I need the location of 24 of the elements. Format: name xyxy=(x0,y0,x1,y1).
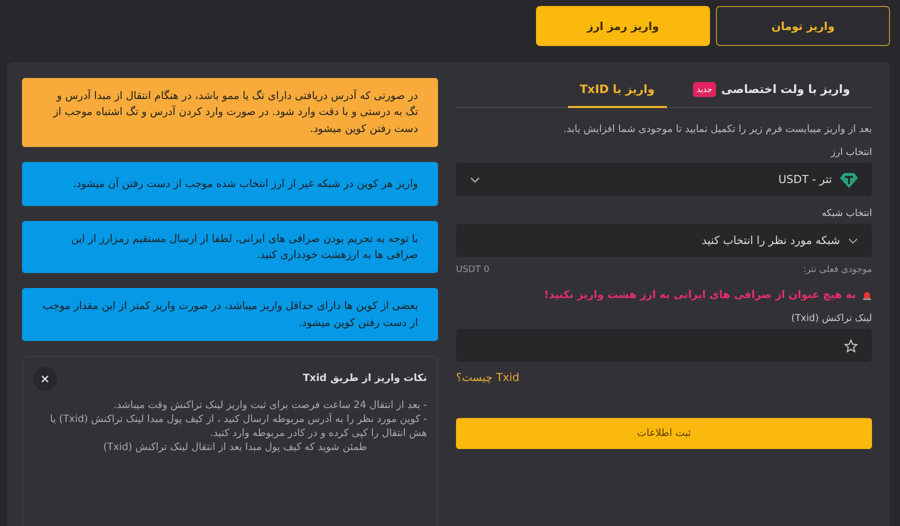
deposit-type-tab[interactable]: واریز رمز ارز xyxy=(536,6,710,46)
balance-value: USDT 0 xyxy=(456,265,490,275)
notice-text: بعضی از کوین ها دارای حداقل واریز میباشد، در صورت واریز کمتر از این مقدار موجب از دست رفتن کوین میشود. xyxy=(22,288,438,341)
notice-text: واریز هر کوین در شبکه غیر از ارز انتخاب شده موجب از دست رفتن آن میشود. xyxy=(22,162,438,206)
tip-text: - کوین مورد نظر را به آدرس مربوطه ارسال کنید ، از کیف پول مبدا لینک تراکنش (Txid) یا هش انتقال را کپی کرده و در کادر مربوطه وارد کنید. xyxy=(49,412,427,441)
tip-text: - بعد از انتقال 24 ساعت فرصت برای ثبت واریز لینک تراکنش وقت میباشد. xyxy=(112,398,427,412)
notice-text: در صورتی که آدرس دریافتی دارای تگ یا ممو باشد، در هنگام انتقال از مبدا آدرس و تگ به درستی و با دقت وارد شود. در صورت وارد کردن آدرس و تگ اشتباه موجب از دست رفتن کوین میشود. xyxy=(22,78,438,147)
field-label: لینک تراکنش (Txid) xyxy=(790,313,872,324)
new-badge: جدید xyxy=(692,82,716,97)
currency-select[interactable]: تتر - USDT xyxy=(456,163,872,196)
warning-text: به هیچ عنوان از صرافی های ایرانی به ارز هشت واریز نکنید! xyxy=(544,289,856,301)
help-link[interactable]: Txid چیست؟ xyxy=(456,371,520,384)
field-label: انتخاب ارز xyxy=(830,147,872,158)
submit-button[interactable]: ثبت اطلاعات xyxy=(456,418,872,449)
tip-text: طمئن شوید که کیف پول مبدا بعد از انتقال لینک تراکنش (Txid) xyxy=(102,440,368,455)
notice-text: با توجه به تحریم بودن صرافی های ایرانی، لطفا از ارسال مستقیم رمزارز از این صرافی ها به ارزهشت خودداری کنید. xyxy=(22,220,438,274)
network-select[interactable]: شبکه مورد نظر را انتخاب کنید xyxy=(456,224,872,257)
intro-text: بعد از واریز میبایست فرم زیر را تکمیل نمایید تا موجودی شما افزایش یابد. xyxy=(562,124,872,135)
deposit-method-tab[interactable]: واریز با ولت اختصاصی جدید xyxy=(680,78,862,108)
field-label: انتخاب شبکه xyxy=(820,208,872,219)
deposit-method-tab[interactable]: واریز با TxID xyxy=(568,78,667,108)
tips-title: نکات واریز از طریق Txid xyxy=(302,373,427,384)
balance-label: موجودی فعلی تتر: xyxy=(803,265,872,275)
deposit-type-tab[interactable]: واریز تومان xyxy=(716,6,890,46)
